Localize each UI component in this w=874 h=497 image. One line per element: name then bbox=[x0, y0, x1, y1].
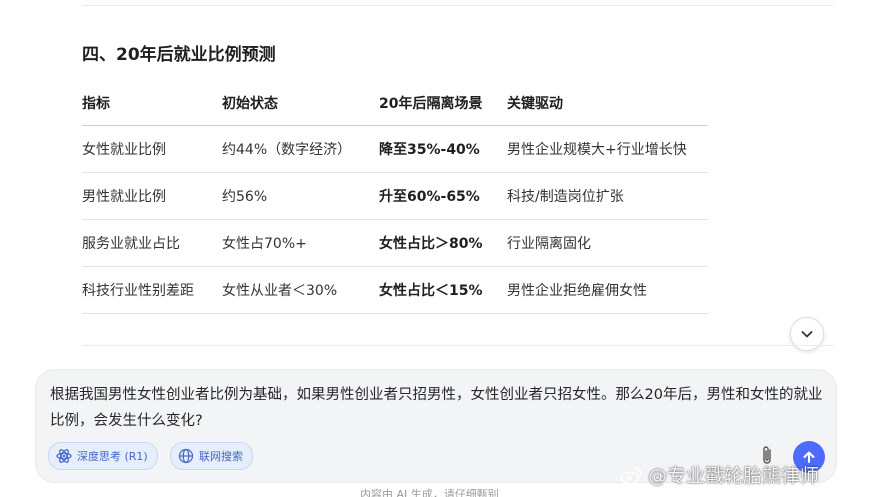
column-header: 指标 bbox=[82, 95, 110, 112]
column-header: 关键驱动 bbox=[507, 95, 563, 112]
web-search-toggle[interactable]: 联网搜索 bbox=[170, 442, 253, 470]
deep-think-toggle[interactable]: 深度思考 (R1) bbox=[48, 442, 158, 470]
table-cell: 男性企业拒绝雇佣女性 bbox=[507, 283, 647, 299]
column-header: 初始状态 bbox=[222, 95, 278, 112]
table-cell: 女性就业比例 bbox=[82, 142, 166, 158]
table-row: 服务业就业占比 女性占70%+ 女性占比＞80% 行业隔离固化 bbox=[82, 220, 708, 267]
table-cell: 升至60%-65% bbox=[379, 189, 480, 205]
table-cell: 科技行业性别差距 bbox=[82, 283, 194, 299]
weibo-icon bbox=[620, 466, 642, 484]
globe-icon bbox=[178, 448, 194, 464]
divider bbox=[82, 5, 834, 6]
table-cell: 女性占70%+ bbox=[222, 236, 307, 252]
table-cell: 降至35%-40% bbox=[379, 142, 480, 158]
prediction-table: 指标 初始状态 20年后隔离场景 关键驱动 女性就业比例 约44%（数字经济） … bbox=[82, 80, 708, 314]
divider bbox=[82, 345, 834, 346]
watermark-text: @专业戳轮胎熊律师 bbox=[648, 465, 820, 487]
ai-disclaimer: 内容由 AI 生成，请仔细甄别 bbox=[360, 488, 499, 497]
table-row: 女性就业比例 约44%（数字经济） 降至35%-40% 男性企业规模大+行业增长… bbox=[82, 126, 708, 173]
table-cell: 男性企业规模大+行业增长快 bbox=[507, 142, 687, 158]
prompt-input[interactable]: 根据我国男性女性创业者比例为基础，如果男性创业者只招男性，女性创业者只招女性。那… bbox=[50, 382, 826, 434]
table-row: 男性就业比例 约56% 升至60%-65% 科技/制造岗位扩张 bbox=[82, 173, 708, 220]
table-cell: 服务业就业占比 bbox=[82, 236, 180, 252]
table-cell: 科技/制造岗位扩张 bbox=[507, 189, 624, 205]
table-cell: 女性占比＜15% bbox=[379, 283, 483, 299]
table-row: 科技行业性别差距 女性从业者＜30% 女性占比＜15% 男性企业拒绝雇佣女性 bbox=[82, 267, 708, 314]
table-cell: 女性从业者＜30% bbox=[222, 283, 338, 299]
table-cell: 约44%（数字经济） bbox=[222, 142, 352, 158]
chat-page: 四、20年后就业比例预测 指标 初始状态 20年后隔离场景 关键驱动 女性就业比… bbox=[0, 0, 874, 497]
chevron-down-icon bbox=[801, 331, 813, 338]
table-cell: 女性占比＞80% bbox=[379, 236, 483, 252]
deep-think-label: 深度思考 (R1) bbox=[77, 450, 148, 463]
section-heading: 四、20年后就业比例预测 bbox=[82, 45, 276, 65]
table-cell: 约56% bbox=[222, 189, 268, 205]
web-search-label: 联网搜索 bbox=[199, 450, 243, 463]
table-cell: 行业隔离固化 bbox=[507, 236, 591, 252]
column-header: 20年后隔离场景 bbox=[379, 95, 483, 112]
atom-icon bbox=[56, 449, 72, 463]
watermark: @专业戳轮胎熊律师 bbox=[620, 461, 819, 488]
table-cell: 男性就业比例 bbox=[82, 189, 166, 205]
table-header-row: 指标 初始状态 20年后隔离场景 关键驱动 bbox=[82, 80, 708, 126]
